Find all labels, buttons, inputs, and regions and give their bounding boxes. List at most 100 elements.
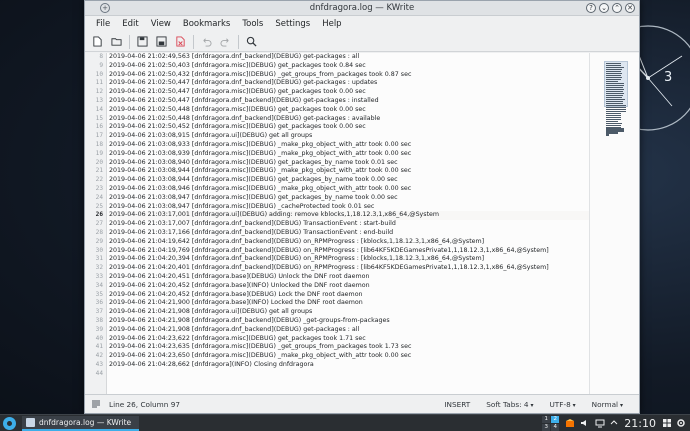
dictionary-icon[interactable] (91, 399, 101, 409)
network-icon[interactable] (595, 418, 605, 428)
text-line[interactable]: 2019-04-06 21:02:50,448 [dnfdragora.misc… (109, 106, 589, 115)
save-button[interactable] (134, 34, 150, 50)
line-number: 15 (95, 114, 103, 122)
text-line[interactable]: 2019-04-06 21:03:08,915 [dnfdragora.ui](… (109, 132, 589, 141)
text-line[interactable]: 2019-04-06 21:04:20,394 [dnfdragora.dnf_… (109, 255, 589, 264)
text-line[interactable]: 2019-04-06 21:04:23,622 [dnfdragora.misc… (109, 335, 589, 344)
text-line[interactable]: 2019-04-06 21:02:50,403 [dnfdragora.misc… (109, 62, 589, 71)
volume-icon[interactable] (580, 418, 590, 428)
text-line[interactable]: 2019-04-06 21:03:08,940 [dnfdragora.misc… (109, 159, 589, 168)
close-doc-icon (175, 36, 185, 47)
line-number: 42 (95, 352, 103, 360)
text-line[interactable]: 2019-04-06 21:02:49,563 [dnfdragora.dnf_… (109, 53, 589, 62)
text-line[interactable]: 2019-04-06 21:04:28,662 [dnfdragora](INF… (109, 361, 589, 370)
kwrite-window: + dnfdragora.log — KWrite ? ⌄ ⌃ ✕ File E… (84, 0, 640, 414)
minimap-scrollbar[interactable] (589, 53, 639, 394)
screen-layout-icon[interactable] (662, 418, 672, 428)
menu-settings[interactable]: Settings (269, 19, 316, 29)
line-number: 41 (95, 343, 103, 351)
line-number: 23 (95, 184, 103, 192)
text-line[interactable]: 2019-04-06 21:03:08,944 [dnfdragora.misc… (109, 176, 589, 185)
menu-help[interactable]: Help (316, 19, 347, 29)
text-line[interactable]: 2019-04-06 21:04:19,642 [dnfdragora.dnf_… (109, 238, 589, 247)
text-line[interactable]: 2019-04-06 21:02:50,432 [dnfdragora.misc… (109, 71, 589, 80)
input-mode[interactable]: INSERT (444, 400, 470, 409)
text-line[interactable]: 2019-04-06 21:03:17,001 [dnfdragora.ui](… (109, 211, 589, 221)
redo-button[interactable] (217, 34, 233, 50)
settings-gear-icon[interactable] (676, 418, 686, 428)
text-line[interactable]: 2019-04-06 21:04:20,401 [dnfdragora.dnf_… (109, 264, 589, 273)
indentation-dropdown[interactable]: Soft Tabs: 4 (486, 400, 533, 409)
desktop-1[interactable]: 1 (542, 415, 551, 423)
minimap-lines (606, 63, 626, 136)
undo-button[interactable] (198, 34, 214, 50)
open-icon (110, 38, 122, 46)
text-line[interactable]: 2019-04-06 21:02:50,447 [dnfdragora.dnf_… (109, 97, 589, 106)
text-line[interactable]: 2019-04-06 21:03:08,939 [dnfdragora.misc… (109, 150, 589, 159)
encoding-dropdown[interactable]: UTF-8 (549, 400, 575, 409)
text-line[interactable]: 2019-04-06 21:04:23,635 [dnfdragora.misc… (109, 343, 589, 352)
line-number: 26 (95, 211, 103, 219)
text-line[interactable]: 2019-04-06 21:03:08,947 [dnfdragora.misc… (109, 194, 589, 203)
package-icon[interactable] (565, 418, 575, 428)
text-line[interactable]: 2019-04-06 21:02:50,447 [dnfdragora.dnf_… (109, 79, 589, 88)
menu-file[interactable]: File (90, 19, 116, 29)
text-line[interactable]: 2019-04-06 21:02:50,447 [dnfdragora.misc… (109, 88, 589, 97)
text-editor-area[interactable]: 8 9 10 11 12 13 14 15 16 17 18 19 20 21 22 23 24 25 26 27 28… (85, 53, 639, 394)
system-tray (565, 418, 618, 428)
line-number: 30 (95, 246, 103, 254)
menu-tools[interactable]: Tools (236, 19, 269, 29)
desktop-4[interactable]: 4 (551, 423, 560, 431)
desktop-3[interactable]: 3 (542, 423, 551, 431)
save-icon (136, 36, 148, 47)
line-number: 25 (95, 202, 103, 210)
application-launcher-icon[interactable] (3, 416, 16, 430)
cursor-position[interactable]: Line 26, Column 97 (109, 400, 180, 409)
line-number: 21 (95, 167, 103, 175)
menu-bookmarks[interactable]: Bookmarks (177, 19, 237, 29)
text-line[interactable]: 2019-04-06 21:04:23,650 [dnfdragora.misc… (109, 352, 589, 361)
open-button[interactable] (108, 34, 124, 50)
find-button[interactable] (243, 34, 259, 50)
text-line[interactable]: 2019-04-06 21:02:50,452 [dnfdragora.misc… (109, 123, 589, 132)
title-bar[interactable]: + dnfdragora.log — KWrite ? ⌄ ⌃ ✕ (85, 1, 639, 16)
text-line[interactable]: 2019-04-06 21:04:21,908 [dnfdragora.dnf_… (109, 317, 589, 326)
text-line[interactable]: 2019-04-06 21:04:21,908 [dnfdragora.dnf_… (109, 326, 589, 335)
text-line[interactable]: 2019-04-06 21:03:08,946 [dnfdragora.misc… (109, 185, 589, 194)
syntax-mode-dropdown[interactable]: Normal (592, 400, 623, 409)
line-number: 16 (95, 123, 103, 131)
save-as-button[interactable] (153, 34, 169, 50)
minimize-button[interactable]: ⌄ (599, 3, 609, 13)
desktop-2[interactable]: 2 (551, 415, 560, 423)
taskbar: dnfdragora.log — KWrite 1 2 3 4 21:10 (0, 414, 690, 431)
line-number: 19 (95, 149, 103, 157)
text-line[interactable]: 2019-04-06 21:04:19,769 [dnfdragora.dnf_… (109, 247, 589, 256)
new-document-button[interactable] (89, 34, 105, 50)
text-line[interactable]: 2019-04-06 21:04:21,908 [dnfdragora.ui](… (109, 308, 589, 317)
toolbar-separator (193, 34, 194, 49)
text-line[interactable]: 2019-04-06 21:03:08,944 [dnfdragora.misc… (109, 167, 589, 176)
line-number: 20 (95, 158, 103, 166)
text-line[interactable] (109, 370, 589, 379)
text-line[interactable]: 2019-04-06 21:04:21,900 [dnfdragora.base… (109, 299, 589, 308)
help-button[interactable]: ? (586, 3, 596, 13)
menu-edit[interactable]: Edit (116, 19, 144, 29)
line-number: 32 (95, 264, 103, 272)
menu-view[interactable]: View (145, 19, 177, 29)
task-kwrite[interactable]: dnfdragora.log — KWrite (22, 415, 140, 431)
maximize-button[interactable]: ⌃ (612, 3, 622, 13)
text-line[interactable]: 2019-04-06 21:04:20,452 [dnfdragora.base… (109, 282, 589, 291)
tray-expand-icon[interactable] (610, 418, 618, 428)
text-line[interactable]: 2019-04-06 21:03:17,007 [dnfdragora.dnf_… (109, 220, 589, 229)
text-line[interactable]: 2019-04-06 21:02:50,448 [dnfdragora.dnf_… (109, 115, 589, 124)
text-line[interactable]: 2019-04-06 21:03:17,166 [dnfdragora.dnf_… (109, 229, 589, 238)
document-text[interactable]: 2019-04-06 21:02:49,563 [dnfdragora.dnf_… (107, 53, 589, 394)
text-line[interactable]: 2019-04-06 21:04:20,451 [dnfdragora.base… (109, 273, 589, 282)
close-button[interactable]: ✕ (625, 3, 635, 13)
toolbar-separator (129, 34, 130, 49)
text-line[interactable]: 2019-04-06 21:04:20,452 [dnfdragora.base… (109, 291, 589, 300)
line-number-gutter: 8 9 10 11 12 13 14 15 16 17 18 19 20 21 22 23 24 25 26 27 28… (85, 53, 107, 394)
text-line[interactable]: 2019-04-06 21:03:08,933 [dnfdragora.misc… (109, 141, 589, 150)
close-document-button[interactable] (172, 34, 188, 50)
taskbar-clock[interactable]: 21:10 (624, 417, 656, 430)
